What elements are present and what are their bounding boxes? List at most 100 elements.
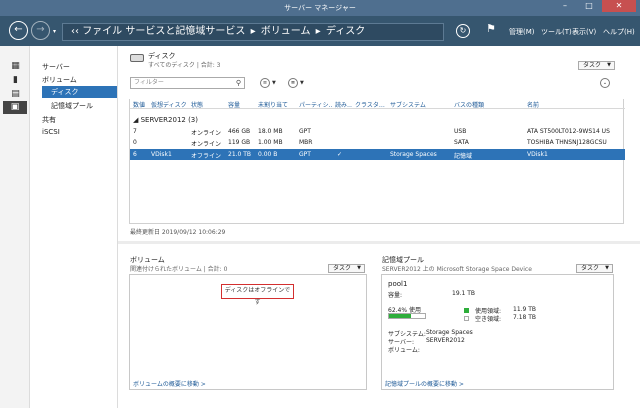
breadcrumb-item-volumes[interactable]: ボリューム [261, 26, 311, 37]
menu-help[interactable]: ヘルプ(H) [603, 27, 635, 37]
disks-task-label: タスク [583, 62, 602, 69]
volumes-panel: ディスクはオフラインです ボリュームの概要に移動 > [129, 274, 367, 390]
storage-pool-task-button[interactable]: タスク ▼ [576, 264, 613, 273]
server-group-label: SERVER2012 (3) [140, 116, 198, 124]
breadcrumb-prefix: ‹‹ [71, 26, 79, 37]
subsystem: Storage Spaces [390, 151, 437, 158]
breadcrumb[interactable]: ‹‹ ファイル サービスと記憶域サービス ▸ ボリューム ▸ ディスク [62, 23, 444, 41]
column-header[interactable]: 容量 [228, 100, 254, 109]
minimize-icon[interactable]: – [554, 0, 576, 12]
column-header[interactable]: サブシステム [390, 100, 450, 109]
flag-icon[interactable]: ⚑ [486, 22, 496, 35]
history-dropdown-icon[interactable]: ▾ [53, 28, 56, 35]
disk-name: ATA ST500LT012-9WS14 US [527, 128, 610, 135]
filter-placeholder: フィルター [134, 79, 164, 86]
bus-type: 記憶域 [454, 153, 473, 160]
column-header[interactable]: 数値 [133, 100, 150, 109]
disk-status: オンライン [191, 141, 222, 148]
last-updated: 最終更新日 2019/09/12 10:06:29 [130, 229, 226, 236]
storage-pool-subtitle: SERVER2012 上の Microsoft Storage Space De… [382, 266, 532, 273]
sidebar-item-disks[interactable]: ディスク [42, 86, 117, 98]
volumes-subtitle: 関連付けられたボリューム | 合計: 0 [130, 266, 228, 273]
sidebar-item-shares[interactable]: 共有 [42, 115, 56, 125]
menu-tools[interactable]: ツール(T) [541, 27, 572, 37]
disk-unallocated: 18.0 MB [258, 128, 283, 135]
usage-bar-fill [389, 314, 412, 318]
disk-unallocated: 1.00 MB [258, 139, 283, 146]
breadcrumb-item-disks[interactable]: ディスク [326, 26, 365, 37]
server-group-header[interactable]: ◢ SERVER2012 (3) [133, 116, 198, 124]
disk-number: 6 [133, 151, 137, 158]
used-space-swatch [464, 308, 469, 313]
expand-icon[interactable]: ⌄ [600, 78, 610, 88]
maximize-icon[interactable]: □ [578, 0, 600, 12]
disk-name: VDisk1 [527, 151, 548, 158]
column-header[interactable]: クラスタ… [355, 100, 385, 109]
disk-unallocated: 0.00 B [258, 151, 278, 158]
virtual-disk: VDisk1 [151, 151, 172, 158]
sidebar-item-iscsi[interactable]: iSCSI [42, 128, 60, 136]
disk-offline-message: ディスクはオフラインです [221, 284, 294, 306]
menu-manage[interactable]: 管理(M) [509, 27, 535, 37]
collapse-icon[interactable]: ◢ [133, 116, 141, 124]
free-space-label: 空き領域: [475, 316, 502, 323]
disk-name: TOSHIBA THNSNJ128GCSU [527, 139, 607, 146]
free-space-value: 7.18 TB [513, 314, 537, 321]
refresh-icon[interactable]: ↻ [456, 24, 470, 38]
volumes-task-button[interactable]: タスク ▼ [328, 264, 365, 273]
chevron-down-icon[interactable]: ▼ [272, 80, 276, 86]
sidebar-item-servers[interactable]: サーバー [42, 62, 70, 72]
filter-input[interactable]: フィルター ⚲ [130, 77, 245, 89]
close-icon[interactable]: ✕ [602, 0, 636, 12]
breadcrumb-item-file-services[interactable]: ファイル サービスと記憶域サービス [82, 26, 245, 37]
bus-type: SATA [454, 139, 469, 146]
column-header[interactable]: 読み… [335, 100, 352, 109]
capacity-label: 容量: [388, 292, 403, 299]
file-storage-services-icon[interactable]: ▣ [3, 101, 27, 114]
disk-status: オフライン [191, 153, 222, 160]
storage-pool-overview-link[interactable]: 記憶域プールの概要に移動 > [385, 379, 464, 388]
main-content: ディスク すべてのディスク | 合計: 3 タスク ▼ フィルター ⚲ ≡ ▼ ≣… [118, 46, 640, 408]
sidebar-item-storage-pools[interactable]: 記憶域プール [51, 101, 93, 111]
menu-view[interactable]: 表示(V) [572, 27, 596, 37]
partition-style: GPT [299, 128, 311, 135]
chevron-down-icon: ▼ [607, 62, 611, 68]
table-row[interactable]: 0 オンライン 119 GB 1.00 MB MBR SATA TOSHIBA … [130, 137, 625, 148]
free-space-swatch [464, 316, 469, 321]
section-divider [118, 241, 640, 244]
column-header[interactable]: 未割り当て [258, 100, 296, 109]
filter-options-icon[interactable]: ≣ [288, 78, 298, 88]
forward-arrow-icon[interactable]: → [31, 21, 50, 40]
disk-capacity: 21.0 TB [228, 151, 252, 158]
disks-table: 数値 仮想ディスク 状態 容量 未割り当て パーティシ… 読み… クラスタ… サ… [129, 99, 625, 224]
list-options-icon[interactable]: ≡ [260, 78, 270, 88]
usage-bar [388, 313, 426, 319]
column-header[interactable]: 名前 [527, 100, 623, 109]
volumes-overview-link[interactable]: ボリュームの概要に移動 > [133, 379, 206, 388]
column-header[interactable]: バスの種類 [454, 100, 519, 109]
subsystem-value: Storage Spaces [426, 329, 473, 336]
disk-capacity: 119 GB [228, 139, 251, 146]
column-header[interactable]: 仮想ディスク [151, 100, 188, 109]
column-header[interactable]: パーティシ… [299, 100, 332, 109]
capacity-value: 19.1 TB [452, 290, 476, 297]
back-arrow-icon[interactable]: ← [9, 21, 28, 40]
sidebar-item-volumes[interactable]: ボリューム [42, 75, 77, 85]
disk-number: 0 [133, 139, 137, 146]
partition-style: GPT [299, 151, 311, 158]
table-header: 数値 仮想ディスク 状態 容量 未割り当て パーティシ… 読み… クラスタ… サ… [130, 99, 625, 109]
chevron-down-icon[interactable]: ▼ [300, 80, 304, 86]
disk-status: オンライン [191, 130, 222, 137]
disk-capacity: 466 GB [228, 128, 251, 135]
table-row[interactable]: 7 オンライン 466 GB 18.0 MB GPT USB ATA ST500… [130, 126, 625, 137]
disks-task-button[interactable]: タスク ▼ [578, 61, 615, 70]
column-header[interactable]: 状態 [191, 100, 223, 109]
search-icon[interactable]: ⚲ [236, 78, 241, 88]
sidebar: サーバー ボリューム ディスク 記憶域プール 共有 iSCSI [30, 46, 118, 408]
local-server-icon[interactable]: ▮ [10, 75, 21, 85]
breadcrumb-separator: ▸ [250, 26, 256, 37]
table-row-selected[interactable]: 6 VDisk1 オフライン 21.0 TB 0.00 B GPT ✓ Stor… [130, 149, 625, 160]
volume-label: ボリューム: [388, 347, 420, 354]
all-servers-icon[interactable]: ▤ [10, 89, 21, 99]
dashboard-icon[interactable]: ▦ [10, 61, 21, 71]
